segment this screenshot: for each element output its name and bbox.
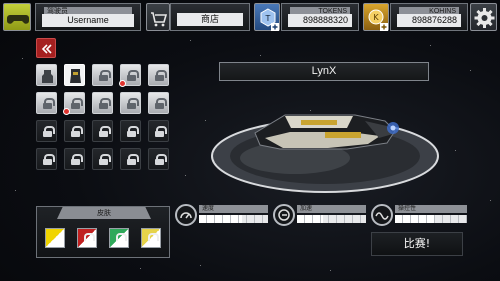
race-label: 比赛!	[403, 237, 431, 250]
handling-bar	[395, 215, 467, 223]
lock-icon	[99, 154, 111, 165]
ship-thumbnail-icon	[70, 69, 81, 83]
lock-icon	[127, 126, 139, 137]
lock-icon	[99, 98, 111, 109]
shop-icon-button[interactable]	[146, 3, 170, 31]
cart-icon	[151, 12, 168, 27]
shop-label: 商店	[177, 13, 243, 26]
locked-ship-slot[interactable]	[120, 148, 141, 170]
skin-swatch-green[interactable]	[109, 228, 129, 248]
skin-swatch-yellow[interactable]	[45, 228, 65, 248]
acceleration-bar	[297, 215, 366, 223]
locked-ship-slot[interactable]	[36, 148, 57, 170]
ship-thumbnail-icon	[42, 70, 53, 83]
skin-swatch-gold[interactable]	[141, 228, 161, 248]
lock-icon	[155, 98, 167, 109]
handling-label: 操控性	[395, 205, 467, 213]
ship-name: LynX	[311, 65, 337, 77]
locked-ship-slot[interactable]	[119, 64, 141, 87]
lock-icon	[155, 154, 167, 165]
back-button[interactable]	[36, 38, 56, 58]
lock-icon	[147, 233, 159, 244]
acceleration-label: 加速	[297, 205, 366, 213]
locked-ship-slot[interactable]	[148, 64, 169, 86]
kohins-add-button[interactable]: K	[363, 3, 389, 31]
tokens-panel: TOKENS 898888320	[281, 3, 359, 31]
skin-swatch-red[interactable]	[77, 228, 97, 248]
lock-icon	[155, 70, 167, 81]
acceleration-icon	[273, 204, 295, 226]
kohins-value: 898876288	[397, 14, 461, 27]
locked-ship-slot[interactable]	[148, 92, 169, 114]
notification-badge	[119, 80, 126, 87]
lock-icon	[43, 98, 55, 109]
ship-slot[interactable]	[36, 64, 57, 86]
token-icon: T	[260, 8, 279, 31]
lock-icon	[43, 126, 55, 137]
double-chevron-left-icon	[41, 44, 52, 54]
lock-icon	[127, 70, 139, 81]
lock-icon	[155, 126, 167, 137]
lock-icon	[43, 154, 55, 165]
locked-ship-slot[interactable]	[63, 92, 85, 115]
speedometer-icon	[175, 204, 197, 226]
locked-ship-slot[interactable]	[148, 120, 169, 142]
locked-ship-slot[interactable]	[92, 120, 113, 142]
speed-stat: 速度	[175, 204, 268, 226]
controller-button[interactable]	[3, 3, 31, 31]
acceleration-stat: 加速	[273, 204, 366, 226]
settings-button[interactable]	[470, 3, 497, 31]
handling-stat: 操控性	[371, 204, 467, 226]
locked-ship-slot[interactable]	[148, 148, 169, 170]
lock-icon	[99, 126, 111, 137]
speed-label: 速度	[199, 205, 268, 213]
lock-icon	[127, 98, 139, 109]
svg-text:T: T	[265, 14, 271, 23]
lock-icon	[83, 233, 95, 244]
locked-ship-slot[interactable]	[92, 148, 113, 170]
gear-icon	[474, 8, 495, 28]
lock-icon	[71, 154, 83, 165]
lock-icon	[71, 98, 83, 109]
skins-panel: 皮肤	[36, 206, 170, 258]
tokens-add-button[interactable]: T	[254, 3, 280, 31]
locked-ship-slot[interactable]	[92, 64, 113, 86]
locked-ship-slot[interactable]	[120, 92, 141, 114]
lock-icon	[127, 154, 139, 165]
lock-icon	[99, 70, 111, 81]
notification-badge	[63, 108, 70, 115]
ship-showcase	[211, 114, 439, 193]
top-bar: 驾驶员 Username 商店 T TOKENS 898888320 K KOH…	[0, 0, 500, 34]
shop-button[interactable]: 商店	[170, 3, 250, 31]
lock-icon	[115, 233, 127, 244]
locked-ship-slot[interactable]	[36, 92, 57, 114]
speed-bar	[199, 215, 268, 223]
gamepad-icon	[7, 15, 29, 24]
race-button[interactable]: 比赛!	[371, 232, 463, 256]
coin-icon: K	[368, 9, 388, 31]
svg-text:K: K	[373, 13, 379, 22]
kohins-panel: KOHINS 898876288	[390, 3, 468, 31]
ship-slot-selected[interactable]	[64, 64, 85, 86]
ship-model	[254, 114, 399, 150]
locked-ship-slot[interactable]	[36, 120, 57, 142]
pilot-panel: 驾驶员 Username	[35, 3, 141, 31]
lock-icon	[71, 126, 83, 137]
ship-name-plate: LynX	[219, 62, 429, 81]
username-field[interactable]: Username	[42, 14, 134, 27]
handling-icon	[371, 204, 393, 226]
tokens-value: 898888320	[288, 14, 352, 27]
locked-ship-slot[interactable]	[120, 120, 141, 142]
locked-ship-slot[interactable]	[64, 148, 85, 170]
locked-ship-slot[interactable]	[92, 92, 113, 114]
locked-ship-slot[interactable]	[64, 120, 85, 142]
skins-title: 皮肤	[57, 207, 151, 219]
